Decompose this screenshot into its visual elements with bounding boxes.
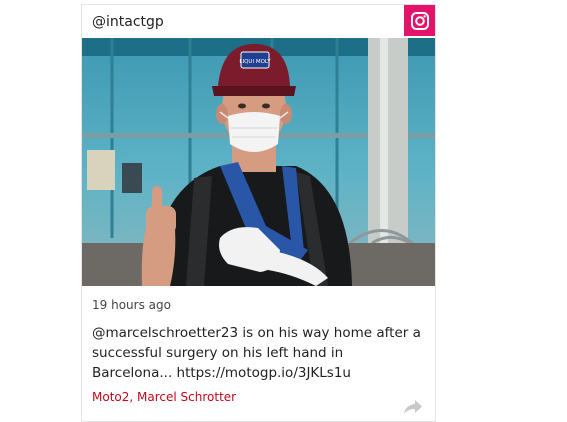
cap-logo: LIQUI MOLY — [239, 59, 271, 65]
tag-link-marcel-schrotter[interactable]: Marcel Schrotter — [137, 390, 236, 404]
post-photo[interactable]: LIQUI MOLY — [82, 38, 435, 286]
instagram-icon[interactable] — [404, 5, 435, 36]
post-header: @intactgp — [82, 5, 435, 39]
tag-separator: , — [129, 390, 138, 404]
social-post-card[interactable]: @intactgp LIQUI MOLY 19 hours ago @marce… — [81, 4, 436, 422]
post-tags: Moto2, Marcel Schrotter — [92, 390, 236, 404]
tag-link-moto2[interactable]: Moto2 — [92, 390, 129, 404]
post-caption: @marcelschroetter23 is on his way home a… — [92, 325, 421, 381]
post-timestamp: 19 hours ago — [92, 298, 171, 312]
share-icon[interactable] — [403, 399, 423, 415]
account-handle[interactable]: @intactgp — [92, 14, 164, 30]
